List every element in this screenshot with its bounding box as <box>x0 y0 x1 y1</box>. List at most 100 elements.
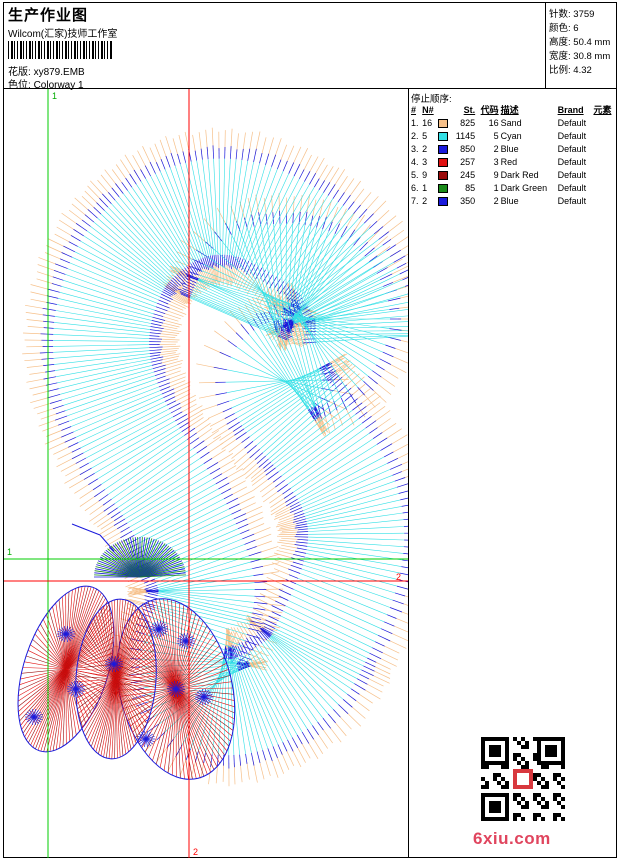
production-sheet: 生产作业图 Wilcom(汇家)技师工作室 花版: xy879.EMB 色位: … <box>3 2 617 858</box>
cell-code: 2 <box>493 143 499 154</box>
col-index: # <box>411 104 417 115</box>
color-swatch <box>437 129 451 142</box>
design-canvas: 1 1 2 2 <box>4 89 409 858</box>
cell-stitches: 350 <box>460 195 476 206</box>
cell-stitches: 1145 <box>455 130 476 141</box>
cell-stitches: 85 <box>465 182 476 193</box>
cell-brand: Default <box>557 130 587 141</box>
stat-colors: 颜色: 6 <box>549 20 579 34</box>
embroidery-preview: 1 1 2 2 <box>4 89 408 858</box>
stop-sequence-table: # N# St. 代码 描述 Brand 元素 1. 16 825 16 Sand Def… <box>410 103 616 207</box>
cell-element <box>592 142 616 155</box>
table-row: 7. 2 350 2 Blue Default <box>410 194 616 207</box>
stat-label: 针数: <box>549 9 571 20</box>
color-swatch <box>437 194 451 207</box>
cell-stitches: 825 <box>460 117 476 128</box>
stat-label: 颜色: <box>549 23 571 34</box>
col-brand: Brand <box>557 104 584 115</box>
cell-index: 4. <box>411 156 419 167</box>
color-swatch-icon <box>438 131 449 141</box>
color-swatch-icon <box>438 157 449 167</box>
stop-sequence-panel: 停止顺序: # N# St. 代码 描述 Brand 元素 1. 16 825 16 S… <box>409 89 617 858</box>
cell-needle: 5 <box>422 130 428 141</box>
table-row: 2. 5 1145 5 Cyan Default <box>410 129 616 142</box>
stat-stitches: 针数: 3759 <box>549 6 594 20</box>
design-stats: 针数: 3759 颜色: 6 高度: 50.4 mm 宽度: 30.8 mm 比… <box>546 3 617 89</box>
color-swatch <box>437 168 451 181</box>
cell-needle: 3 <box>422 156 428 167</box>
guide-label: 2 <box>396 572 401 582</box>
stat-value: 50.4 mm <box>573 37 611 48</box>
color-swatch <box>437 116 451 129</box>
guide-label: 1 <box>52 91 57 101</box>
cell-index: 2. <box>411 130 419 141</box>
cell-desc: Red <box>500 156 518 167</box>
cell-desc: Blue <box>500 195 519 206</box>
table-row: 6. 1 85 1 Dark Green Default <box>410 181 616 194</box>
col-stitches: St. <box>463 104 476 115</box>
cell-brand: Default <box>557 117 587 128</box>
cell-index: 7. <box>411 195 419 206</box>
stat-value: 3759 <box>573 9 595 20</box>
cell-needle: 2 <box>422 195 428 206</box>
stat-height: 高度: 50.4 mm <box>549 34 610 48</box>
cell-code: 3 <box>493 156 499 167</box>
col-swatch <box>437 103 451 116</box>
cell-index: 3. <box>411 143 419 154</box>
cell-brand: Default <box>557 143 587 154</box>
cell-brand: Default <box>557 169 587 180</box>
cell-code: 16 <box>488 117 499 128</box>
cell-code: 1 <box>493 182 499 193</box>
cell-stitches: 257 <box>460 156 476 167</box>
cell-brand: Default <box>557 156 587 167</box>
cell-stitches: 850 <box>460 143 476 154</box>
cell-element <box>592 155 616 168</box>
cell-element <box>592 116 616 129</box>
cell-desc: Dark Green <box>500 182 548 193</box>
company-name: Wilcom(汇家)技师工作室 <box>8 29 118 40</box>
table-row: 3. 2 850 2 Blue Default <box>410 142 616 155</box>
stat-width: 宽度: 30.8 mm <box>549 48 610 62</box>
table-row: 4. 3 257 3 Red Default <box>410 155 616 168</box>
color-swatch-icon <box>438 170 449 180</box>
cell-index: 5. <box>411 169 419 180</box>
cell-desc: Dark Red <box>500 169 539 180</box>
cell-element <box>592 129 616 142</box>
site-logo: 6xiu.com <box>473 829 551 848</box>
table-header-row: # N# St. 代码 描述 Brand 元素 <box>410 103 616 116</box>
stat-value: 30.8 mm <box>573 51 611 62</box>
stat-scale: 比例: 4.32 <box>549 62 592 76</box>
table-row: 1. 16 825 16 Sand Default <box>410 116 616 129</box>
cell-code: 2 <box>493 195 499 206</box>
color-swatch <box>437 155 451 168</box>
cell-element <box>592 168 616 181</box>
cell-brand: Default <box>557 195 587 206</box>
guide-label: 1 <box>7 547 12 557</box>
color-swatch-icon <box>438 118 449 128</box>
color-swatch-icon <box>438 144 449 154</box>
cell-element <box>592 194 616 207</box>
color-swatch-icon <box>438 196 449 206</box>
stat-value: 6 <box>573 23 579 34</box>
cell-desc: Sand <box>500 117 522 128</box>
stat-label: 比例: <box>549 65 571 76</box>
col-element: 元素 <box>593 105 612 115</box>
col-code: 代码 <box>480 105 499 115</box>
cell-needle: 16 <box>422 117 433 128</box>
cell-needle: 9 <box>422 169 428 180</box>
stat-label: 宽度: <box>549 51 571 62</box>
table-row: 5. 9 245 9 Dark Red Default <box>410 168 616 181</box>
cell-stitches: 245 <box>460 169 476 180</box>
sheet-title: 生产作业图 <box>8 7 89 24</box>
header-info: 生产作业图 Wilcom(汇家)技师工作室 花版: xy879.EMB 色位: … <box>4 3 546 91</box>
col-desc: 描述 <box>500 105 519 115</box>
cell-desc: Cyan <box>500 130 522 141</box>
cell-needle: 1 <box>422 182 428 193</box>
stat-value: 4.32 <box>573 65 592 76</box>
guide-label: 2 <box>193 847 198 857</box>
color-swatch <box>437 181 451 194</box>
cell-index: 1. <box>411 117 419 128</box>
color-swatch-icon <box>438 183 449 193</box>
cell-brand: Default <box>557 182 587 193</box>
cell-desc: Blue <box>500 143 519 154</box>
